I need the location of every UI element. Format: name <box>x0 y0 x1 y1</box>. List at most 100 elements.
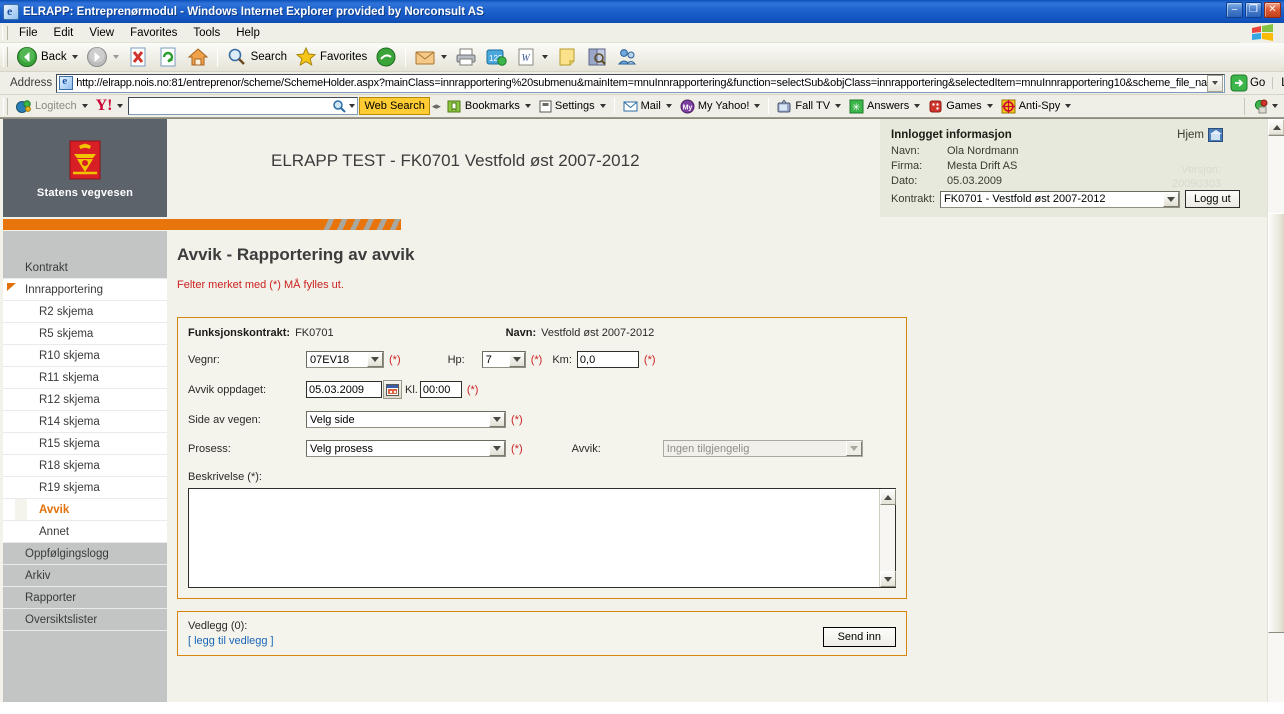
links-button[interactable]: Links <box>1272 77 1284 89</box>
sidebar-item-r19-skjema[interactable]: R19 skjema <box>3 477 167 499</box>
prosess-select[interactable]: Velg prosess <box>306 440 506 457</box>
yahoo-dropdown-icon[interactable] <box>117 104 124 108</box>
favorites-button[interactable]: Favorites <box>291 45 371 69</box>
sidebar-item-r18-skjema[interactable]: R18 skjema <box>3 455 167 477</box>
sidebar-item-r12-skjema[interactable]: R12 skjema <box>3 389 167 411</box>
games-dropdown-icon[interactable] <box>986 104 993 108</box>
restore-button[interactable]: ❐ <box>1245 2 1262 18</box>
yahoo-toolbar-grip[interactable] <box>3 97 8 115</box>
menu-help[interactable]: Help <box>228 25 268 41</box>
side-chevron-down-icon[interactable] <box>489 412 505 427</box>
sidebar-item-annet[interactable]: Annet <box>3 521 167 543</box>
word-button[interactable]: W <box>511 45 552 69</box>
add-attachment-link[interactable]: [ legg til vedlegg ] <box>188 635 896 647</box>
sidebar-item-r15-skjema[interactable]: R15 skjema <box>3 433 167 455</box>
go-button[interactable]: Go <box>1225 74 1270 92</box>
sidebar-item-arkiv[interactable]: Arkiv <box>3 565 167 587</box>
km-input[interactable]: 0,0 <box>576 351 639 368</box>
sidebar-item-r10-skjema[interactable]: R10 skjema <box>3 345 167 367</box>
yahoo-mail[interactable]: Mail <box>619 99 676 114</box>
history-button[interactable] <box>371 45 401 69</box>
beskrivelse-textarea[interactable] <box>188 488 896 588</box>
print-button[interactable] <box>451 45 481 69</box>
send-inn-button[interactable]: Send inn <box>822 627 896 647</box>
vegnr-select[interactable]: 07EV18 <box>306 351 384 368</box>
menu-favorites[interactable]: Favorites <box>122 25 185 41</box>
back-button[interactable]: Back <box>12 45 82 69</box>
yahoo-games[interactable]: Games <box>924 99 996 114</box>
stop-button[interactable] <box>123 45 153 69</box>
scroll-up-icon[interactable] <box>1268 119 1284 136</box>
forward-button[interactable] <box>82 45 123 69</box>
notes-button[interactable] <box>552 45 582 69</box>
home-link[interactable]: Hjem <box>1177 128 1223 142</box>
yahoo-search-dropdown-icon[interactable] <box>349 104 356 108</box>
close-button[interactable]: ✕ <box>1264 2 1281 18</box>
search-button[interactable]: Search <box>222 45 291 69</box>
yahoo-answers[interactable]: ✳ Answers <box>845 99 924 114</box>
calendar-picker-button[interactable] <box>383 380 402 399</box>
kontrakt-select[interactable]: FK0701 - Vestfold øst 2007-2012 <box>940 190 1181 208</box>
sidebar-item-oversiktslister[interactable]: Oversiktslister <box>3 609 167 631</box>
yahoo-search-input[interactable] <box>128 97 359 115</box>
sidebar-item-avvik[interactable]: Avvik <box>3 499 167 521</box>
scrollbar-thumb[interactable] <box>1268 213 1284 633</box>
toolbar-grip[interactable] <box>3 47 8 67</box>
refresh-button[interactable] <box>153 45 183 69</box>
avvik-date-input[interactable]: 05.03.2009 <box>306 381 382 398</box>
menu-file[interactable]: File <box>11 25 46 41</box>
sidebar-item-rapporter[interactable]: Rapporter <box>3 587 167 609</box>
home-button[interactable] <box>183 45 213 69</box>
beskrivelse-scrollbar[interactable] <box>879 489 896 587</box>
settings-dropdown-icon[interactable] <box>599 104 606 108</box>
mail-button[interactable] <box>410 45 451 69</box>
research-button[interactable] <box>582 45 612 69</box>
menu-tools[interactable]: Tools <box>185 25 228 41</box>
avvik-select[interactable]: Ingen tilgjengelig <box>662 440 863 457</box>
prosess-chevron-down-icon[interactable] <box>489 441 505 456</box>
my-yahoo-dropdown-icon[interactable] <box>754 104 761 108</box>
sidebar-item-r11-skjema[interactable]: R11 skjema <box>3 367 167 389</box>
hp-select[interactable]: 7 <box>481 351 526 368</box>
minimize-button[interactable]: – <box>1226 2 1243 18</box>
overflow-dropdown-icon[interactable] <box>1272 104 1278 108</box>
side-av-vegen-select[interactable]: Velg side <box>306 411 506 428</box>
back-dropdown-icon[interactable] <box>71 55 78 59</box>
sidebar-item-oppfolgingslogg[interactable]: Oppfølgingslogg <box>3 543 167 565</box>
menu-edit[interactable]: Edit <box>46 25 82 41</box>
yahoo-my-yahoo[interactable]: My My Yahoo! <box>676 99 765 114</box>
toolbar-overflow[interactable] <box>1244 97 1284 115</box>
sidebar-item-r2-skjema[interactable]: R2 skjema <box>3 301 167 323</box>
forward-dropdown-icon[interactable] <box>112 55 119 59</box>
yahoo-anti-spy[interactable]: Anti-Spy <box>997 99 1076 114</box>
yahoo-bookmarks[interactable]: Bookmarks <box>443 99 535 114</box>
logitech-button[interactable]: Logitech <box>11 98 92 115</box>
sidebar-item-r14-skjema[interactable]: R14 skjema <box>3 411 167 433</box>
menu-view[interactable]: View <box>81 25 122 41</box>
fall-tv-dropdown-icon[interactable] <box>835 104 842 108</box>
page-scrollbar-vertical[interactable] <box>1267 119 1284 702</box>
anti-spy-dropdown-icon[interactable] <box>1065 104 1072 108</box>
vegnr-chevron-down-icon[interactable] <box>367 352 383 367</box>
messenger-button[interactable] <box>612 45 642 69</box>
yahoo-fall-tv[interactable]: Fall TV <box>773 99 845 114</box>
avvik-time-input[interactable]: 00:00 <box>419 381 462 398</box>
mail-menu-dropdown-icon[interactable] <box>665 104 672 108</box>
avvik-chevron-down-icon[interactable] <box>845 441 862 456</box>
toolbar-resize-handle[interactable]: ◂▸ <box>430 101 443 112</box>
sidebar-item-innrapportering[interactable]: Innrapportering <box>3 279 167 301</box>
beskrivelse-scroll-down-icon[interactable] <box>880 571 896 587</box>
yahoo-settings[interactable]: Settings <box>535 100 610 113</box>
mail-dropdown-icon[interactable] <box>441 55 448 59</box>
kontrakt-chevron-down-icon[interactable] <box>1163 191 1180 207</box>
address-dropdown-icon[interactable] <box>1206 74 1223 92</box>
sidebar-item-kontrakt[interactable]: Kontrakt <box>3 257 167 279</box>
logitech-dropdown-icon[interactable] <box>81 104 88 108</box>
logout-button[interactable]: Logg ut <box>1185 190 1240 208</box>
beskrivelse-scroll-up-icon[interactable] <box>880 489 896 505</box>
menubar-grip[interactable] <box>2 25 8 40</box>
hp-chevron-down-icon[interactable] <box>508 352 525 367</box>
bookmarks-dropdown-icon[interactable] <box>524 104 531 108</box>
word-dropdown-icon[interactable] <box>542 55 549 59</box>
answers-dropdown-icon[interactable] <box>914 104 921 108</box>
